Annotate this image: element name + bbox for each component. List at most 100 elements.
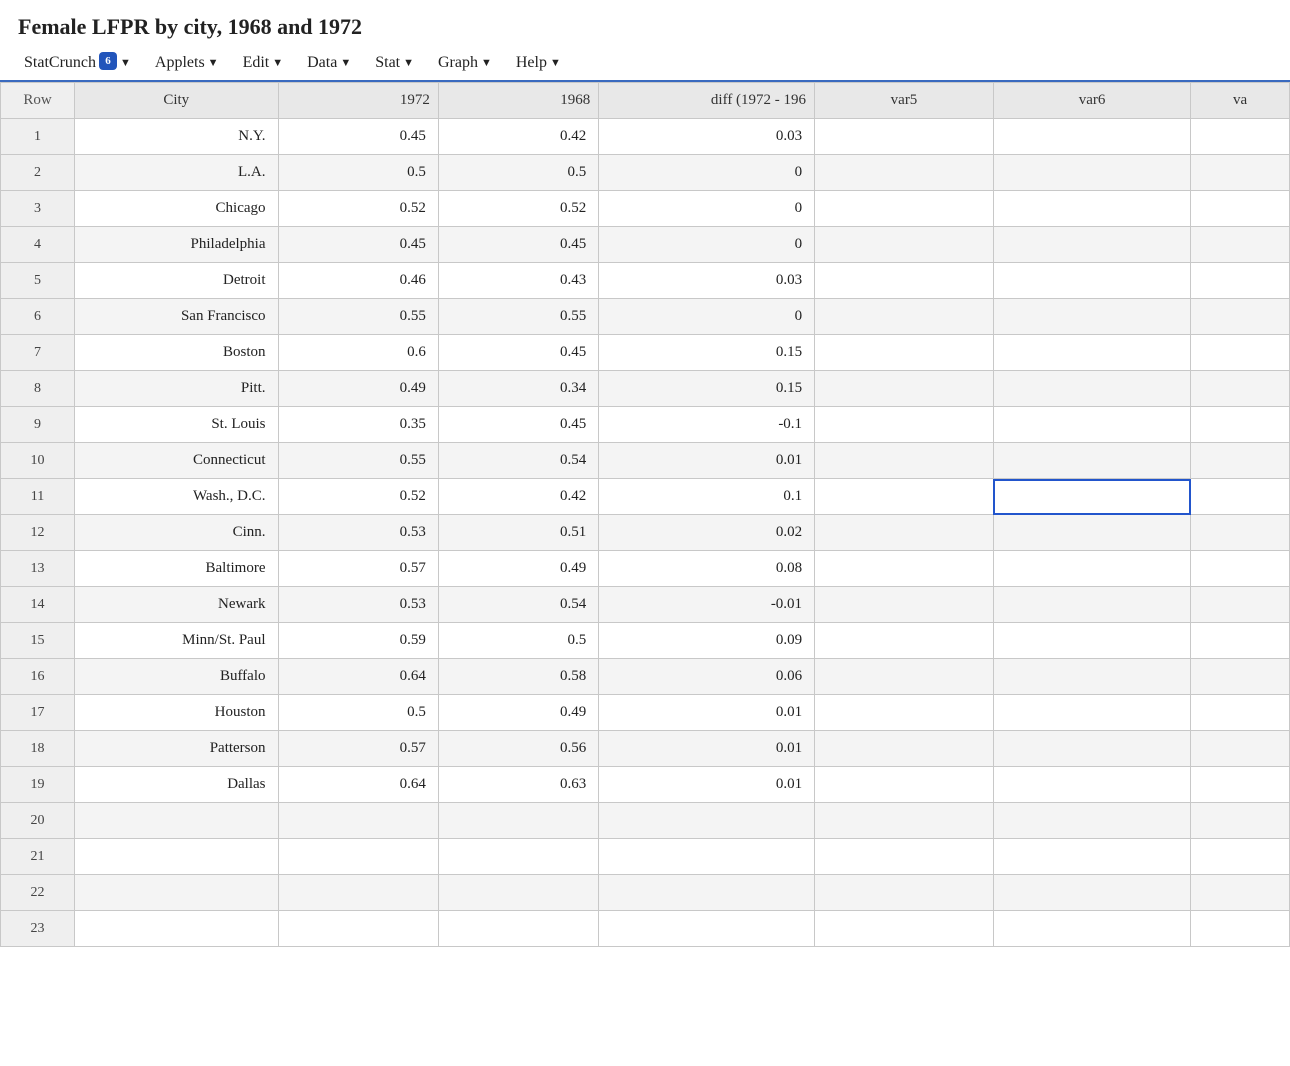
cell-1968[interactable]: 0.52 xyxy=(438,191,598,227)
cell-1972[interactable]: 0.35 xyxy=(278,407,438,443)
cell-1972[interactable] xyxy=(278,803,438,839)
cell-city[interactable]: Newark xyxy=(75,587,279,623)
cell-diff[interactable]: 0.1 xyxy=(599,479,815,515)
cell-var5[interactable] xyxy=(815,731,994,767)
table-row[interactable]: 6San Francisco0.550.550 xyxy=(1,299,1290,335)
cell-varx[interactable] xyxy=(1191,119,1290,155)
cell-diff[interactable]: 0.15 xyxy=(599,335,815,371)
cell-city[interactable]: Buffalo xyxy=(75,659,279,695)
cell-var5[interactable] xyxy=(815,695,994,731)
cell-var6[interactable] xyxy=(993,263,1190,299)
cell-city[interactable] xyxy=(75,839,279,875)
cell-var5[interactable] xyxy=(815,839,994,875)
table-row[interactable]: 9St. Louis0.350.45-0.1 xyxy=(1,407,1290,443)
cell-1968[interactable] xyxy=(438,911,598,947)
cell-1972[interactable]: 0.45 xyxy=(278,119,438,155)
cell-varx[interactable] xyxy=(1191,839,1290,875)
cell-city[interactable]: Baltimore xyxy=(75,551,279,587)
table-row[interactable]: 8Pitt.0.490.340.15 xyxy=(1,371,1290,407)
table-row[interactable]: 14Newark0.530.54-0.01 xyxy=(1,587,1290,623)
cell-1968[interactable]: 0.63 xyxy=(438,767,598,803)
cell-1968[interactable]: 0.42 xyxy=(438,119,598,155)
table-row[interactable]: 4Philadelphia0.450.450 xyxy=(1,227,1290,263)
menu-item-edit[interactable]: Edit▼ xyxy=(231,50,296,76)
cell-var6[interactable] xyxy=(993,875,1190,911)
cell-varx[interactable] xyxy=(1191,515,1290,551)
cell-1972[interactable]: 0.57 xyxy=(278,551,438,587)
cell-1972[interactable]: 0.64 xyxy=(278,767,438,803)
cell-city[interactable]: Houston xyxy=(75,695,279,731)
cell-var5[interactable] xyxy=(815,227,994,263)
cell-1968[interactable]: 0.5 xyxy=(438,623,598,659)
cell-var5[interactable] xyxy=(815,335,994,371)
cell-1968[interactable]: 0.51 xyxy=(438,515,598,551)
cell-diff[interactable]: -0.01 xyxy=(599,587,815,623)
menu-item-graph[interactable]: Graph▼ xyxy=(426,50,504,76)
table-row[interactable]: 21 xyxy=(1,839,1290,875)
cell-1972[interactable]: 0.5 xyxy=(278,695,438,731)
cell-var6[interactable] xyxy=(993,443,1190,479)
table-row[interactable]: 19Dallas0.640.630.01 xyxy=(1,767,1290,803)
cell-diff[interactable] xyxy=(599,875,815,911)
table-row[interactable]: 18Patterson0.570.560.01 xyxy=(1,731,1290,767)
cell-var5[interactable] xyxy=(815,299,994,335)
menu-item-help[interactable]: Help▼ xyxy=(504,50,573,76)
cell-city[interactable] xyxy=(75,875,279,911)
cell-diff[interactable]: 0.01 xyxy=(599,767,815,803)
cell-city[interactable]: Connecticut xyxy=(75,443,279,479)
cell-city[interactable] xyxy=(75,803,279,839)
table-row[interactable]: 23 xyxy=(1,911,1290,947)
table-row[interactable]: 17Houston0.50.490.01 xyxy=(1,695,1290,731)
cell-1972[interactable] xyxy=(278,911,438,947)
cell-1968[interactable] xyxy=(438,875,598,911)
cell-diff[interactable] xyxy=(599,803,815,839)
cell-diff[interactable]: 0.02 xyxy=(599,515,815,551)
cell-var6[interactable] xyxy=(993,911,1190,947)
cell-varx[interactable] xyxy=(1191,767,1290,803)
cell-1972[interactable]: 0.53 xyxy=(278,587,438,623)
cell-varx[interactable] xyxy=(1191,407,1290,443)
cell-city[interactable]: Boston xyxy=(75,335,279,371)
cell-city[interactable]: Cinn. xyxy=(75,515,279,551)
cell-varx[interactable] xyxy=(1191,299,1290,335)
cell-1972[interactable]: 0.55 xyxy=(278,443,438,479)
cell-city[interactable] xyxy=(75,911,279,947)
cell-city[interactable]: Philadelphia xyxy=(75,227,279,263)
cell-var6[interactable] xyxy=(993,767,1190,803)
cell-1972[interactable]: 0.52 xyxy=(278,191,438,227)
cell-1972[interactable] xyxy=(278,875,438,911)
cell-var5[interactable] xyxy=(815,875,994,911)
table-row[interactable]: 1N.Y.0.450.420.03 xyxy=(1,119,1290,155)
cell-city[interactable]: L.A. xyxy=(75,155,279,191)
cell-1968[interactable]: 0.56 xyxy=(438,731,598,767)
cell-1972[interactable]: 0.53 xyxy=(278,515,438,551)
cell-varx[interactable] xyxy=(1191,695,1290,731)
cell-varx[interactable] xyxy=(1191,335,1290,371)
cell-varx[interactable] xyxy=(1191,191,1290,227)
cell-1968[interactable]: 0.45 xyxy=(438,335,598,371)
cell-1972[interactable]: 0.5 xyxy=(278,155,438,191)
cell-1968[interactable]: 0.55 xyxy=(438,299,598,335)
cell-1968[interactable] xyxy=(438,839,598,875)
cell-var6[interactable] xyxy=(993,155,1190,191)
table-row[interactable]: 16Buffalo0.640.580.06 xyxy=(1,659,1290,695)
cell-var5[interactable] xyxy=(815,803,994,839)
cell-1972[interactable]: 0.59 xyxy=(278,623,438,659)
cell-diff[interactable]: 0 xyxy=(599,155,815,191)
cell-var5[interactable] xyxy=(815,371,994,407)
cell-diff[interactable]: 0.03 xyxy=(599,263,815,299)
cell-1968[interactable]: 0.58 xyxy=(438,659,598,695)
menu-item-applets[interactable]: Applets▼ xyxy=(143,50,231,76)
cell-1972[interactable]: 0.49 xyxy=(278,371,438,407)
table-row[interactable]: 10Connecticut0.550.540.01 xyxy=(1,443,1290,479)
cell-var5[interactable] xyxy=(815,155,994,191)
cell-var6[interactable] xyxy=(993,407,1190,443)
cell-city[interactable]: Patterson xyxy=(75,731,279,767)
cell-diff[interactable] xyxy=(599,911,815,947)
cell-var5[interactable] xyxy=(815,623,994,659)
cell-var6[interactable] xyxy=(993,515,1190,551)
cell-1968[interactable]: 0.45 xyxy=(438,407,598,443)
cell-var6[interactable] xyxy=(993,659,1190,695)
cell-varx[interactable] xyxy=(1191,731,1290,767)
cell-var5[interactable] xyxy=(815,263,994,299)
